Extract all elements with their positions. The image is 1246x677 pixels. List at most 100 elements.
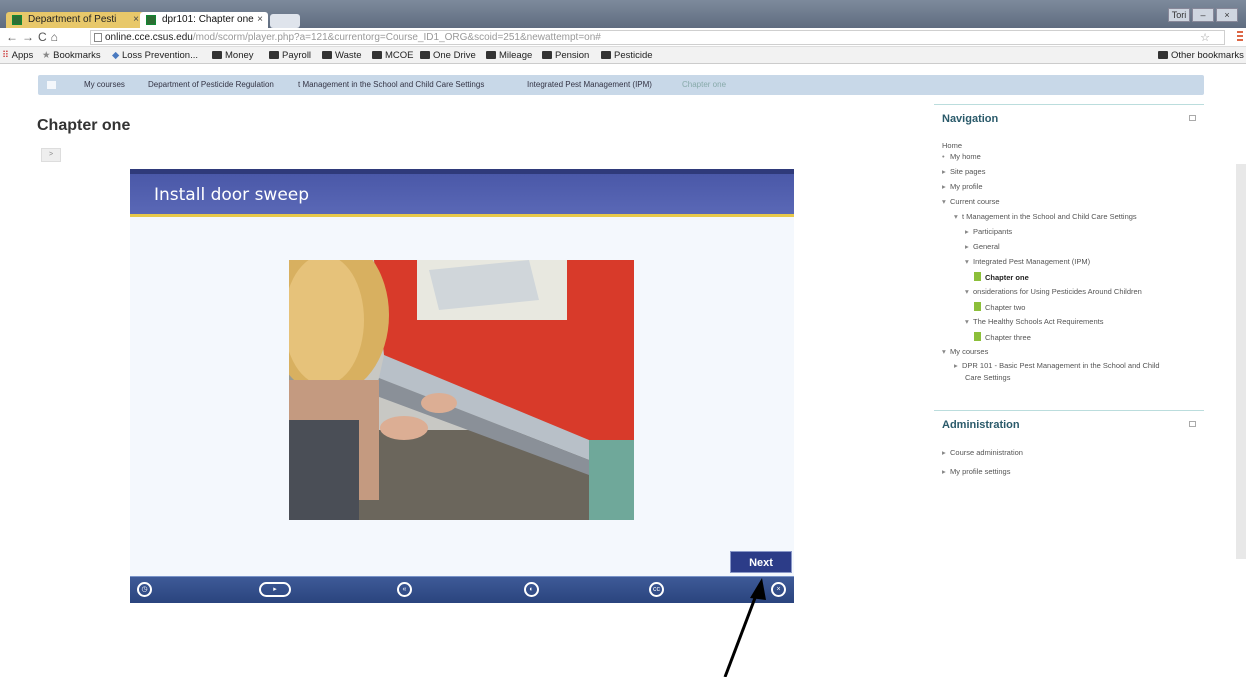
nav-label: My courses [950,347,989,356]
nav-label: Chapter three [985,333,1031,342]
page-scrollbar[interactable] [1236,164,1246,559]
admin-label: Course administration [950,448,1023,457]
nav-item-general[interactable]: ▸ General [965,242,1000,252]
folder-icon [420,51,430,59]
scorm-player-controls: ◷ ▸ « ◐ cc × [130,576,794,603]
book-icon [974,272,981,281]
bookmark-label: Bookmarks [53,50,101,61]
admin-item-profile[interactable]: ▸ My profile settings [942,467,1010,477]
nav-item-ipm[interactable]: ▾ Integrated Pest Management (IPM) [965,257,1090,267]
folder-icon [322,51,332,59]
browser-menu-icon[interactable] [1237,31,1243,43]
slide-title: Install door sweep [154,185,310,205]
bookmark-bookmarks[interactable]: ★ Bookmarks [42,47,101,64]
chevron-down-icon: ▾ [942,197,946,206]
bookmark-label: Other bookmarks [1171,50,1244,61]
back-icon[interactable]: ← [6,30,22,44]
bookmark-other[interactable]: Other bookmarks [1158,47,1244,64]
bookmark-star-icon[interactable]: ☆ [1200,32,1210,45]
breadcrumb-item[interactable]: Integrated Pest Management (IPM) [527,75,652,95]
apps-grid-icon: ⠿ [2,50,12,61]
breadcrumb-item[interactable]: Department of Pesticide Regulation [148,75,274,95]
breadcrumb-item-current: Chapter one [682,80,727,89]
nav-label: Chapter two [985,303,1026,312]
closed-caption-icon[interactable]: cc [649,582,664,597]
nav-item-dpr101[interactable]: ▸ DPR 101 - Basic Pest Management in the … [954,361,1160,371]
nav-item-current-course[interactable]: ▾ Current course [942,197,1000,207]
nav-item-chapter-three[interactable]: Chapter three [974,332,1031,343]
bookmark-waste[interactable]: Waste [322,47,362,64]
nav-label: The Healthy Schools Act Requirements [973,317,1104,326]
home-icon[interactable] [47,81,56,89]
rewind-icon[interactable]: « [397,582,412,597]
tab-title: dpr101: Chapter one [162,14,254,25]
forward-icon[interactable]: → [22,30,38,44]
browser-tab-chapter-one[interactable]: dpr101: Chapter one × [140,12,268,28]
nav-item-considerations[interactable]: ▾ onsiderations for Using Pesticides Arou… [965,287,1142,297]
chevron-right-icon: ▸ [942,467,946,476]
close-tab-icon[interactable]: × [133,12,139,28]
next-button[interactable]: Next [730,551,792,573]
nav-label: DPR 101 - Basic Pest Management in the S… [962,361,1160,370]
nav-item-dpr101-cont[interactable]: Care Settings [965,373,1010,383]
close-window-button[interactable]: × [1216,8,1238,22]
profile-button[interactable]: Tori [1168,8,1190,22]
chevron-down-icon: ▾ [965,317,969,326]
home-icon[interactable]: ⌂ [51,30,62,44]
administration-block: Administration ▸ Course administration ▸ M… [934,410,1204,500]
chevron-right-icon: ▸ [942,448,946,457]
bookmark-mcoe[interactable]: MCOE [372,47,414,64]
nav-label: t Management in the School and Child Car… [962,212,1137,221]
toc-toggle-button[interactable]: > [41,148,61,162]
breadcrumb-item[interactable]: t Management in the School and Child Car… [298,75,484,95]
play-icon[interactable]: ▸ [259,582,291,597]
reload-icon[interactable]: C [38,30,51,44]
breadcrumb-item[interactable]: My courses [84,75,125,95]
door-sweep-photo [289,260,634,520]
dock-block-icon[interactable] [1189,115,1196,121]
admin-item-course[interactable]: ▸ Course administration [942,448,1023,458]
bookmark-pension[interactable]: Pension [542,47,589,64]
site-favicon-icon [12,15,22,25]
nav-item-healthy-schools[interactable]: ▾ The Healthy Schools Act Requirements [965,317,1103,327]
bookmark-mileage[interactable]: Mileage [486,47,532,64]
folder-icon [372,51,382,59]
nav-item-site-pages[interactable]: ▸ Site pages [942,167,985,177]
nav-item-home[interactable]: Home [942,141,962,151]
chevron-right-icon: ▸ [954,361,958,370]
bookmark-payroll[interactable]: Payroll [269,47,311,64]
bookmark-one-drive[interactable]: One Drive [420,47,476,64]
nav-item-my-profile[interactable]: ▸ My profile [942,182,983,192]
bookmark-loss-prevention[interactable]: ◆ Loss Prevention... [112,47,198,64]
folder-icon [269,51,279,59]
bookmark-money[interactable]: Money [212,47,254,64]
dock-block-icon[interactable] [1189,421,1196,427]
bookmarks-bar: ⠿ Apps ★ Bookmarks ◆ Loss Prevention... … [0,47,1246,64]
nav-item-participants[interactable]: ▸ Participants [965,227,1012,237]
nav-label: My profile [950,182,983,191]
close-tab-icon[interactable]: × [257,12,263,28]
url-field[interactable]: online.cce.csus.edu/mod/scorm/player.php… [90,30,1225,45]
folder-icon [212,51,222,59]
new-tab-button[interactable] [270,14,300,28]
folder-icon [542,51,552,59]
nav-item-my-home[interactable]: • My home [942,152,981,162]
close-player-icon[interactable]: × [771,582,786,597]
menu-circle-icon[interactable]: ◷ [137,582,152,597]
page-content: My courses Department of Pesticide Regul… [0,64,1246,677]
nav-item-course[interactable]: ▾ t Management in the School and Child Ca… [954,212,1137,222]
browser-tab-department[interactable]: Department of Pesti × [6,12,144,28]
bookmark-pesticide[interactable]: Pesticide [601,47,653,64]
volume-icon[interactable]: ◐ [524,582,539,597]
nav-item-my-courses[interactable]: ▾ My courses [942,347,988,357]
bookmark-label: Payroll [282,50,312,61]
nav-item-chapter-one[interactable]: Chapter one [974,272,1029,283]
nav-item-chapter-two[interactable]: Chapter two [974,302,1025,313]
chevron-right-icon: ▸ [942,167,946,176]
page-icon [94,33,102,42]
chevron-right-icon: ▸ [965,227,969,236]
address-bar-row: ←→C⌂ online.cce.csus.edu/mod/scorm/playe… [0,28,1246,47]
minimize-button[interactable]: – [1192,8,1214,22]
nav-label: My home [950,152,981,161]
bookmark-apps[interactable]: ⠿ Apps [2,47,33,64]
